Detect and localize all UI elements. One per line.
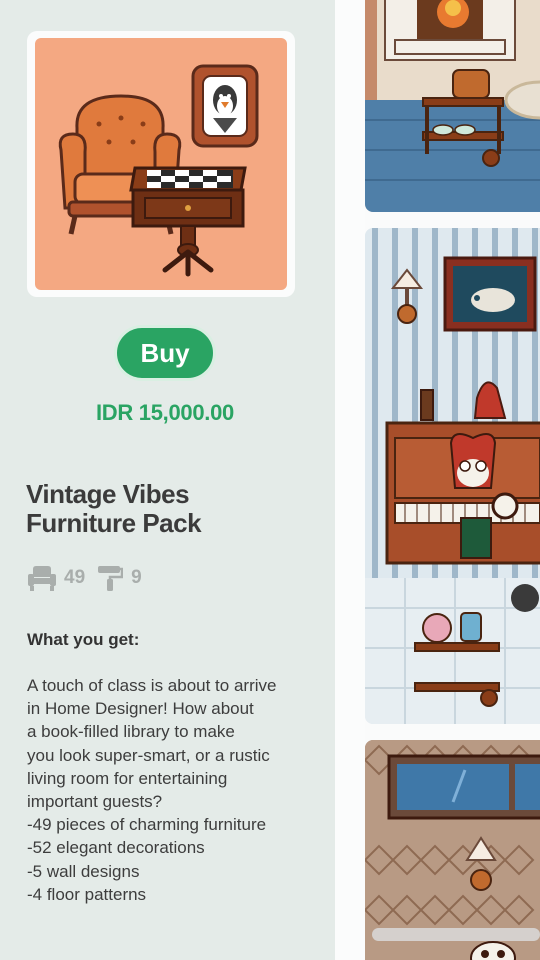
preview-image-piano-room[interactable] — [365, 228, 540, 724]
description-line: -5 wall designs — [27, 861, 140, 881]
furniture-count: 49 — [64, 567, 86, 588]
paint-roller-icon — [97, 565, 124, 591]
armchair-table-illustration — [58, 64, 259, 277]
description-line: you look super-smart, or a rustic — [27, 745, 270, 765]
description-line: -49 pieces of charming furniture — [27, 815, 267, 835]
description-line: a book-filled library to make — [27, 722, 235, 742]
buy-button[interactable]: Buy — [114, 325, 216, 381]
armchair-icon — [28, 565, 56, 591]
preview-gallery[interactable] — [365, 0, 540, 960]
product-title-line1: Vintage Vibes — [26, 479, 190, 509]
description-line: important guests? — [27, 792, 163, 812]
product-thumbnail-frame — [27, 31, 295, 297]
description-line: -4 floor patterns — [27, 884, 147, 904]
product-title-line2: Furniture Pack — [26, 508, 202, 538]
description-line: A touch of class is about to arrive — [27, 676, 277, 695]
preview-image-patterned-room[interactable] — [365, 740, 540, 960]
item-stats: 49 9 — [28, 562, 154, 594]
decoration-count: 9 — [131, 567, 142, 588]
product-detail-panel: Buy IDR 15,000.00 Vintage Vibes Furnitur… — [0, 0, 335, 960]
description-line: -52 elegant decorations — [27, 838, 205, 858]
product-description: A touch of class is about to arrive in H… — [27, 674, 322, 906]
description-line: in Home Designer! How about — [27, 699, 254, 719]
product-thumbnail — [35, 38, 287, 290]
description-line: living room for entertaining — [27, 768, 228, 788]
preview-image-fireplace-room[interactable] — [365, 0, 540, 212]
what-you-get-heading: What you get: — [27, 630, 140, 649]
panel-divider — [335, 0, 365, 960]
price-label: IDR 15,000.00 — [96, 400, 234, 425]
product-title: Vintage Vibes Furniture Pack — [26, 480, 326, 538]
horizontal-scrollbar[interactable] — [372, 928, 540, 941]
